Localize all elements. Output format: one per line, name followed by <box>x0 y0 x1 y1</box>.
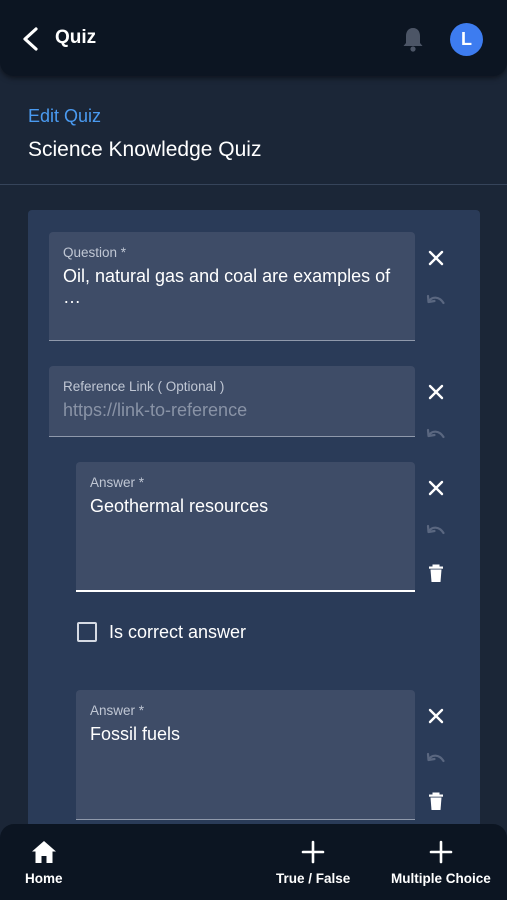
quiz-title: Science Knowledge Quiz <box>28 138 262 161</box>
nav-home-label: Home <box>25 871 63 886</box>
nav-true-false[interactable]: True / False <box>276 838 350 886</box>
answer-value: Geothermal resources <box>90 496 269 516</box>
close-icon[interactable] <box>425 247 447 269</box>
answer-label: Answer * <box>90 703 145 718</box>
divider <box>0 184 507 185</box>
question-card: Question * Oil, natural gas and coal are… <box>28 210 480 850</box>
question-field[interactable]: Question * Oil, natural gas and coal are… <box>49 232 415 341</box>
answer-field-1[interactable]: Answer * Geothermal resources <box>76 462 415 592</box>
avatar[interactable]: L <box>450 23 483 56</box>
undo-icon[interactable] <box>425 520 447 542</box>
app-bar-title: Quiz <box>55 27 97 48</box>
close-icon[interactable] <box>425 705 447 727</box>
undo-icon[interactable] <box>425 748 447 770</box>
back-arrow-icon[interactable] <box>18 24 46 54</box>
question-label: Question * <box>63 245 127 260</box>
undo-icon[interactable] <box>425 290 447 312</box>
trash-icon[interactable] <box>425 562 447 584</box>
plus-icon <box>301 840 325 864</box>
trash-icon[interactable] <box>425 790 447 812</box>
answer-field-2[interactable]: Answer * Fossil fuels <box>76 690 415 820</box>
correct-answer-checkbox-row[interactable]: Is correct answer <box>77 619 246 645</box>
close-icon[interactable] <box>425 477 447 499</box>
answer-value: Fossil fuels <box>90 724 181 744</box>
nav-multiple-choice[interactable]: Multiple Choice <box>391 838 491 886</box>
undo-icon[interactable] <box>425 424 447 446</box>
plus-icon <box>429 840 453 864</box>
nav-multiple-choice-label: Multiple Choice <box>391 871 491 886</box>
reference-link-placeholder: https://link-to-reference <box>63 400 248 420</box>
quiz-header: Edit Quiz Science Knowledge Quiz <box>0 76 507 185</box>
checkbox-icon[interactable] <box>77 622 97 642</box>
reference-link-field[interactable]: Reference Link ( Optional ) https://link… <box>49 366 415 437</box>
bottom-nav: Home True / False Multiple Choice <box>0 824 507 900</box>
nav-true-false-label: True / False <box>276 871 351 886</box>
home-icon <box>31 841 56 863</box>
bell-icon[interactable] <box>399 24 427 54</box>
correct-answer-label: Is correct answer <box>109 621 247 642</box>
nav-home[interactable]: Home <box>25 838 63 886</box>
answer-label: Answer * <box>90 475 145 490</box>
question-value: Oil, natural gas and coal are examples o… <box>63 266 391 307</box>
app-bar: Quiz L <box>0 0 507 76</box>
close-icon[interactable] <box>425 381 447 403</box>
edit-quiz-link[interactable]: Edit Quiz <box>28 106 101 127</box>
reference-link-label: Reference Link ( Optional ) <box>63 379 225 394</box>
